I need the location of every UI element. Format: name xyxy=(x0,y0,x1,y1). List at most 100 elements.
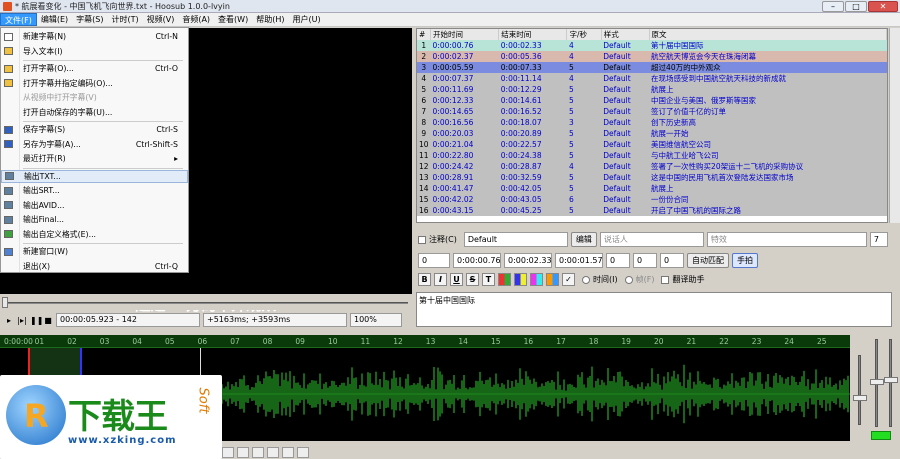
file-menu-item[interactable]: 新建窗口(W) xyxy=(1,245,188,258)
font-button[interactable]: T xyxy=(482,273,495,286)
play-range-icon[interactable]: |▸| xyxy=(17,316,27,325)
grid-row[interactable]: 15 0:00:42.02 0:00:43.05 6 Default 一份份合同 xyxy=(417,194,887,205)
grid-column-header[interactable]: 字/秒 xyxy=(566,29,602,40)
file-menu-item[interactable]: 打开字幕并指定编码(O)... xyxy=(1,77,188,90)
file-menu-item[interactable]: 从视频中打开字幕(V) xyxy=(1,91,188,104)
auto-match-button[interactable]: 自动匹配 xyxy=(687,253,729,268)
style-select[interactable]: Default xyxy=(463,232,568,247)
manual-tap-button[interactable]: 手拍 xyxy=(732,253,758,268)
grid-row[interactable]: 4 0:00:07.37 0:00:11.14 4 Default 在现场感受到中国航空航… xyxy=(417,73,887,84)
grid-column-header[interactable]: 开始时间 xyxy=(430,29,500,40)
comment-checkbox[interactable] xyxy=(418,235,426,244)
layer-right-field[interactable]: 7 xyxy=(869,232,888,247)
grid-row[interactable]: 6 0:00:12.33 0:00:14.61 5 Default 中国企业与美国、俄罗斯… xyxy=(417,95,887,106)
waveform-toggle-icon[interactable] xyxy=(871,431,891,440)
grid-row[interactable]: 7 0:00:14.65 0:00:16.52 5 Default 签订了价值千亿的订单 xyxy=(417,106,887,117)
menu-item-3[interactable]: 计时(T) xyxy=(107,13,142,26)
pause-icon[interactable]: ❚❚ xyxy=(30,316,43,325)
bold-button[interactable]: B xyxy=(418,273,431,286)
actor-input[interactable]: 说话人 xyxy=(599,232,704,247)
grid-row[interactable]: 5 0:00:11.69 0:00:12.29 5 Default 航展上 xyxy=(417,84,887,95)
tool-wand-icon[interactable] xyxy=(297,446,309,458)
hzoom-handle[interactable] xyxy=(870,379,884,385)
minimize-button[interactable]: – xyxy=(822,1,844,12)
frame-radio[interactable] xyxy=(624,275,633,284)
maximize-button[interactable]: □ xyxy=(845,1,867,12)
tool-check-icon[interactable] xyxy=(222,446,234,458)
menu-item-2[interactable]: 字幕(S) xyxy=(72,13,107,26)
underline-button[interactable]: U xyxy=(450,273,463,286)
file-menu-item[interactable]: 新建字幕(N) Ctrl-N xyxy=(1,30,188,43)
italic-button[interactable]: I xyxy=(434,273,447,286)
grid-row[interactable]: 8 0:00:16.56 0:00:18.07 3 Default 创下历史新高 xyxy=(417,117,887,128)
grid-column-header[interactable]: # xyxy=(417,29,432,40)
menu-item-1[interactable]: 编辑(E) xyxy=(37,13,72,26)
grid-column-header[interactable]: 样式 xyxy=(601,29,650,40)
file-menu-item[interactable]: 导入文本(I) xyxy=(1,45,188,58)
grid-column-header[interactable]: 结束时间 xyxy=(498,29,568,40)
duration-field[interactable]: 0:00:01.57 xyxy=(555,253,603,268)
grid-row[interactable]: 9 0:00:20.03 0:00:20.89 5 Default 航展一开始 xyxy=(417,128,887,139)
grid-row[interactable]: 2 0:00:02.37 0:00:05.36 4 Default 航空航天博览会今天在珠… xyxy=(417,51,887,62)
zoom-select[interactable]: 100% xyxy=(350,313,402,327)
tool-spectrum-icon[interactable] xyxy=(267,446,279,458)
strikeout-button[interactable]: S xyxy=(466,273,479,286)
file-menu-item[interactable]: 另存为字幕(A)... Ctrl-Shift-S xyxy=(1,138,188,151)
file-menu-item[interactable]: 最近打开(R) ▸ xyxy=(1,152,188,165)
file-menu-item[interactable]: 退出(X) Ctrl-Q xyxy=(1,260,188,273)
file-menu-item[interactable]: 打开字幕(O)... Ctrl-O xyxy=(1,62,188,75)
tool-scroll-icon[interactable] xyxy=(252,446,264,458)
file-menu-item[interactable]: 输出SRT... xyxy=(1,184,188,197)
start-time-field[interactable]: 0:00:00.76 xyxy=(453,253,501,268)
menu-item-6[interactable]: 查看(W) xyxy=(214,13,252,26)
grid-column-header[interactable]: 原文 xyxy=(649,29,887,40)
menu-item-0[interactable]: 文件(F) xyxy=(0,13,37,26)
volume-handle[interactable] xyxy=(884,377,898,383)
grid-row[interactable]: 13 0:00:28.91 0:00:32.59 5 Default 这是中国的民用飞机首… xyxy=(417,172,887,183)
grid-row[interactable]: 11 0:00:22.80 0:00:24.38 5 Default 与中航工业哈飞公司 xyxy=(417,150,887,161)
color4-icon[interactable] xyxy=(546,273,559,286)
grid-row[interactable]: 3 0:00:05.59 0:00:07.33 5 Default 超过40万的中外观众 xyxy=(417,62,887,73)
file-menu-item[interactable]: 输出TXT... xyxy=(1,169,188,183)
commit-check-icon[interactable]: ✓ xyxy=(562,273,575,286)
subtitle-text-editor[interactable]: 第十届中国国际 xyxy=(416,292,892,327)
file-menu-item[interactable]: 输出AVID... xyxy=(1,199,188,212)
menu-item-5[interactable]: 音频(A) xyxy=(178,13,214,26)
volume-slider[interactable] xyxy=(889,339,892,427)
grid-row[interactable]: 1 0:00:00.76 0:00:02.33 4 Default 第十届中国国际 xyxy=(417,40,887,51)
end-time-field[interactable]: 0:00:02.33 xyxy=(504,253,552,268)
menu-item-7[interactable]: 帮助(H) xyxy=(252,13,288,26)
close-button[interactable]: ✕ xyxy=(868,1,898,12)
margin-vertical-field[interactable]: 0 xyxy=(660,253,684,268)
margin-left-field[interactable]: 0 xyxy=(606,253,630,268)
color2-icon[interactable] xyxy=(514,273,527,286)
time-radio[interactable] xyxy=(582,275,590,284)
menu-item-4[interactable]: 视频(V) xyxy=(143,13,179,26)
grid-row[interactable]: 12 0:00:24.42 0:00:28.87 4 Default 签署了一次性购买20… xyxy=(417,161,887,172)
menu-item-8[interactable]: 用户(U) xyxy=(288,13,324,26)
margin-right-field[interactable]: 0 xyxy=(633,253,657,268)
file-menu-item[interactable]: 输出Final... xyxy=(1,213,188,226)
seek-handle[interactable] xyxy=(2,297,8,308)
file-menu-item[interactable]: 输出自定义格式(E)... xyxy=(1,228,188,241)
grid-scrollbar[interactable] xyxy=(889,28,900,223)
seek-bar[interactable] xyxy=(0,296,412,310)
grid-row[interactable]: 14 0:00:41.47 0:00:42.05 5 Default 航展上 xyxy=(417,183,887,194)
effect-input[interactable]: 特效 xyxy=(706,232,867,247)
subtitle-grid[interactable]: # 开始时间 结束时间 字/秒 样式 原文 1 0:00:00.76 0:00:02.33 4 D… xyxy=(416,28,888,223)
grid-row[interactable]: 16 0:00:43.15 0:00:45.25 5 Default 开启了中国飞机的国际… xyxy=(417,205,887,216)
tool-auto-icon[interactable] xyxy=(237,446,249,458)
color3-icon[interactable] xyxy=(530,273,543,286)
tool-link-icon[interactable] xyxy=(282,446,294,458)
color1-icon[interactable] xyxy=(498,273,511,286)
file-menu-item[interactable]: 保存字幕(S) Ctrl-S xyxy=(1,123,188,136)
edit-style-button[interactable]: 编辑 xyxy=(570,232,597,247)
play-icon[interactable]: ▸ xyxy=(4,316,14,325)
vzoom-handle[interactable] xyxy=(853,395,867,401)
stop-icon[interactable]: ■ xyxy=(43,316,53,325)
translate-helper-checkbox[interactable] xyxy=(661,275,670,284)
layer-spinner[interactable]: 0 xyxy=(418,253,450,268)
file-menu-item[interactable]: 打开自动保存的字幕(U)... xyxy=(1,106,188,119)
grid-row[interactable]: 10 0:00:21.04 0:00:22.57 5 Default 美国维信航空公司 xyxy=(417,139,887,150)
vzoom-slider[interactable] xyxy=(858,355,861,425)
